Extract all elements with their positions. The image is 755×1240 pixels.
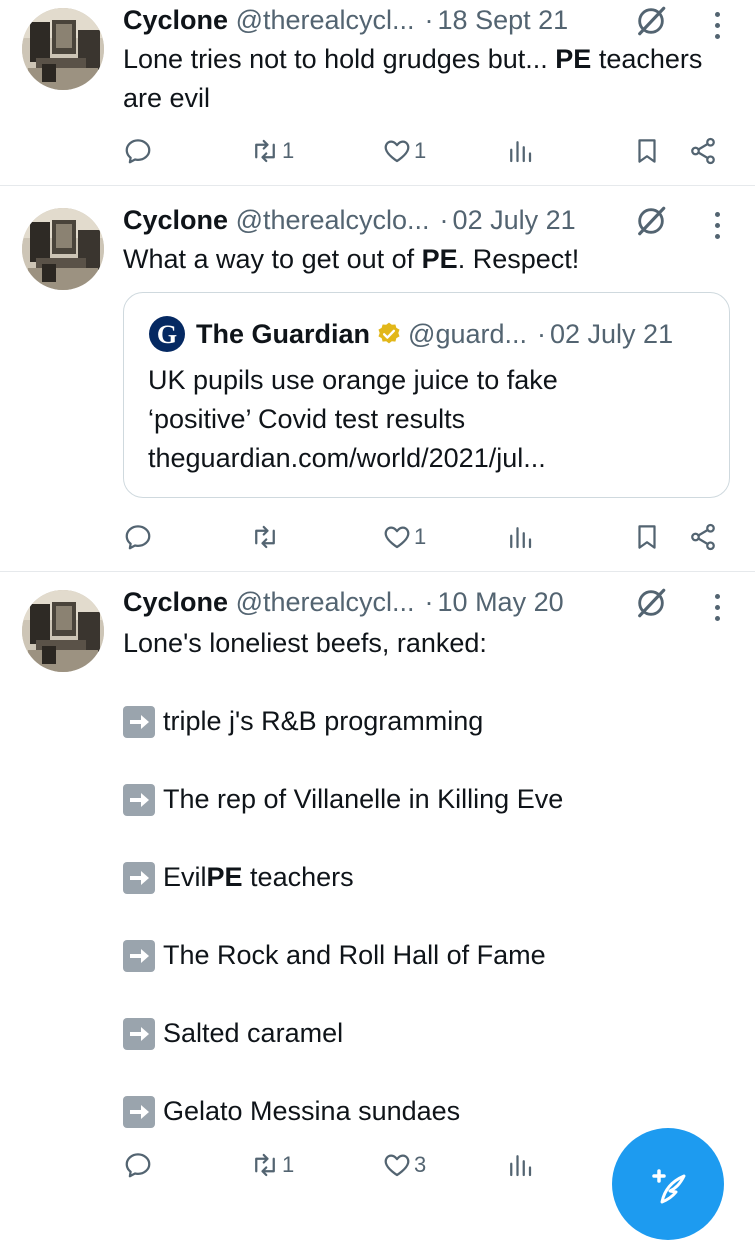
grok-icon[interactable] <box>634 204 668 238</box>
more-icon[interactable] <box>715 212 723 242</box>
svg-text:G: G <box>157 320 177 349</box>
quoted-handle: @guard... <box>408 319 527 349</box>
grok-icon[interactable] <box>634 586 668 620</box>
right-arrow-emoji-icon <box>123 861 155 894</box>
right-arrow-emoji-icon <box>123 1017 155 1050</box>
tweet[interactable]: Cyclone @therealcycl... · 10 May 20 Lone's… <box>0 572 755 1212</box>
right-arrow-emoji-icon <box>123 939 155 972</box>
timestamp[interactable]: 18 Sept 21 <box>438 5 569 35</box>
timestamp[interactable]: 02 July 21 <box>453 205 576 235</box>
separator-dot: · <box>424 587 434 617</box>
heart-icon <box>382 1150 412 1180</box>
display-name[interactable]: Cyclone <box>123 587 228 617</box>
display-name[interactable]: Cyclone <box>123 205 228 235</box>
right-arrow-emoji-icon <box>123 1095 155 1128</box>
views-icon <box>505 1150 535 1180</box>
views-button[interactable] <box>505 522 537 552</box>
avatar[interactable] <box>22 8 104 90</box>
tweet-header: Cyclone @therealcycl... · 10 May 20 <box>123 584 715 620</box>
retweet-icon <box>250 1150 280 1180</box>
list-item: Evil PE teachers <box>123 858 354 897</box>
heart-icon <box>382 522 412 552</box>
quoted-tweet[interactable]: G The Guardian @guard... · 02 July 21 UK pu… <box>123 292 730 498</box>
views-icon <box>505 136 535 166</box>
quoted-display-name: The Guardian <box>196 319 371 349</box>
timestamp[interactable]: 10 May 20 <box>438 587 564 617</box>
display-name[interactable]: Cyclone <box>123 5 228 35</box>
avatar[interactable] <box>22 590 104 672</box>
grok-icon[interactable] <box>634 4 668 38</box>
tweet-text: What a way to get out of PE. Respect! <box>123 244 580 274</box>
bookmark-button[interactable] <box>632 136 662 166</box>
tweet-header: Cyclone @therealcyclo... · 02 July 21 <box>123 202 715 238</box>
separator-dot: · <box>537 319 546 349</box>
reply-button[interactable] <box>123 522 155 552</box>
retweet-button[interactable]: 1 <box>250 1150 294 1180</box>
more-icon[interactable] <box>715 12 723 42</box>
heart-icon <box>382 136 412 166</box>
right-arrow-emoji-icon <box>123 705 155 738</box>
verified-badge-icon <box>378 322 400 344</box>
tweet-text: Lone tries not to hold grudges but... PE… <box>123 44 703 113</box>
reply-icon <box>123 522 153 552</box>
tweet-header: Cyclone @therealcycl... · 18 Sept 21 <box>123 2 715 38</box>
compose-icon <box>652 1169 686 1204</box>
tweet-text: Lone's loneliest beefs, ranked: <box>123 628 487 658</box>
compose-button[interactable] <box>612 1128 724 1240</box>
views-button[interactable] <box>505 136 537 166</box>
bookmark-icon <box>632 522 662 552</box>
list-item: The rep of Villanelle in Killing Eve <box>123 780 563 819</box>
guardian-logo-icon: G <box>148 315 186 353</box>
views-button[interactable] <box>505 1150 537 1180</box>
handle[interactable]: @therealcyclo... <box>236 205 430 235</box>
avatar[interactable] <box>22 208 104 290</box>
quoted-header: The Guardian @guard... · 02 July 21 <box>196 315 673 353</box>
list-item: Salted caramel <box>123 1014 343 1053</box>
quoted-text: UK pupils use orange juice to fake ‘posi… <box>148 361 709 478</box>
retweet-icon <box>250 522 280 552</box>
share-icon <box>688 522 718 552</box>
views-icon <box>505 522 535 552</box>
share-icon <box>688 136 718 166</box>
like-button[interactable]: 1 <box>382 522 426 552</box>
list-item: The Rock and Roll Hall of Fame <box>123 936 546 975</box>
tweet[interactable]: Cyclone @therealcyclo... · 02 July 21 What… <box>0 186 755 572</box>
tweet[interactable]: Cyclone @therealcycl... · 18 Sept 21 Lone … <box>0 0 755 186</box>
reply-icon <box>123 136 153 166</box>
retweet-button[interactable]: 1 <box>250 136 294 166</box>
like-button[interactable]: 3 <box>382 1150 426 1180</box>
quoted-timestamp: 02 July 21 <box>550 319 674 349</box>
like-button[interactable]: 1 <box>382 136 426 166</box>
reply-button[interactable] <box>123 136 155 166</box>
handle[interactable]: @therealcycl... <box>236 5 415 35</box>
list-item: Gelato Messina sundaes <box>123 1092 460 1131</box>
share-button[interactable] <box>688 522 718 552</box>
more-icon[interactable] <box>715 594 723 624</box>
separator-dot: · <box>424 5 434 35</box>
reply-icon <box>123 1150 153 1180</box>
retweet-icon <box>250 136 280 166</box>
retweet-button[interactable] <box>250 522 282 552</box>
bookmark-icon <box>632 136 662 166</box>
share-button[interactable] <box>688 136 718 166</box>
handle[interactable]: @therealcycl... <box>236 587 415 617</box>
bookmark-button[interactable] <box>632 522 662 552</box>
right-arrow-emoji-icon <box>123 783 155 816</box>
list-item: triple j's R&B programming <box>123 702 483 741</box>
separator-dot: · <box>439 205 449 235</box>
reply-button[interactable] <box>123 1150 155 1180</box>
quoted-link[interactable]: theguardian.com/world/2021/jul... <box>148 439 709 478</box>
